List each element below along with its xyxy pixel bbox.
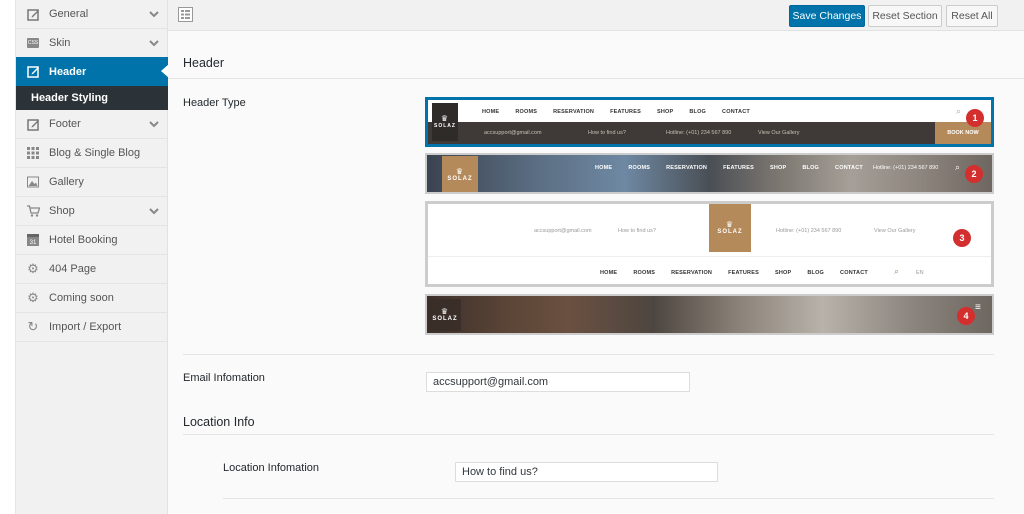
sidebar-item-label: Header — [49, 65, 87, 78]
logo-image: ♛ SOLAZ — [709, 204, 751, 252]
css-icon: CSS — [26, 38, 40, 48]
option-number-badge: 3 — [953, 229, 971, 247]
section-title-header: Header — [183, 56, 224, 70]
section-title-location: Location Info — [183, 415, 255, 429]
reset-all-button[interactable]: Reset All — [946, 5, 998, 27]
sidebar-item-label: Import / Export — [49, 321, 122, 333]
sidebar-item-blog[interactable]: Blog & Single Blog — [16, 139, 168, 168]
book-now-button: BOOK NOW — [935, 122, 991, 144]
sidebar-item-label: 404 Page — [49, 263, 97, 275]
admin-menu-strip — [0, 0, 16, 514]
sidebar-item-coming-soon[interactable]: ⚙ Coming soon — [16, 284, 168, 313]
gear-icon: ⚙ — [27, 290, 39, 305]
chevron-down-icon — [149, 40, 159, 47]
cart-icon — [26, 204, 40, 218]
sidebar-item-label: Gallery — [49, 176, 84, 188]
location-info-label: Location Infomation — [223, 462, 320, 474]
edit-icon — [26, 65, 40, 79]
chevron-down-icon — [149, 208, 159, 215]
divider — [183, 354, 994, 355]
location-info-input[interactable] — [455, 462, 718, 482]
save-changes-button[interactable]: Save Changes — [789, 5, 865, 27]
edit-icon — [26, 117, 40, 131]
sidebar-item-404[interactable]: ⚙ 404 Page — [16, 255, 168, 284]
sidebar-item-gallery[interactable]: Gallery — [16, 168, 168, 197]
header-type-option-2[interactable]: ♛ SOLAZ HOME ROOMS RESERVATION FEATURES SHOP… — [425, 153, 994, 194]
search-icon: ⌕ — [955, 162, 961, 172]
logo-image: ♛ SOLAZ — [429, 299, 461, 331]
option-number-badge: 1 — [966, 109, 984, 127]
calendar-icon: 31 — [26, 233, 40, 247]
preview-nav: HOME ROOMS RESERVATION FEATURES SHOP BLOG CONT… — [595, 165, 863, 171]
search-icon: ⌕ — [894, 266, 900, 276]
option-number-badge: 2 — [965, 165, 983, 183]
logo-image: ♛ SOLAZ — [442, 156, 478, 192]
sidebar-item-shop[interactable]: Shop — [16, 197, 168, 226]
logo-image: ♛ SOLAZ — [432, 103, 458, 141]
chevron-down-icon — [149, 121, 159, 128]
sidebar-item-footer[interactable]: Footer — [16, 110, 168, 139]
sidebar-item-hotel-booking[interactable]: 31 Hotel Booking — [16, 226, 168, 255]
header-type-option-3[interactable]: accsupport@gmail.com How to find us? ♛ S… — [425, 201, 994, 287]
header-type-option-4[interactable]: ♛ SOLAZ ≡ 4 — [425, 294, 994, 335]
email-info-label: Email Infomation — [183, 372, 265, 384]
edit-icon — [26, 7, 40, 21]
sidebar-item-label: General — [49, 8, 89, 20]
sidebar-item-label: Shop — [49, 205, 75, 217]
options-sidebar: General CSS Skin Header Header Styling F… — [0, 0, 169, 514]
email-info-input[interactable] — [426, 372, 690, 392]
sidebar-item-label: Coming soon — [49, 292, 114, 304]
preview-nav: HOME ROOMS RESERVATION FEATURES SHOP BLOG CONT… — [600, 270, 868, 276]
option-number-badge: 4 — [957, 307, 975, 325]
sidebar-item-label: Skin — [49, 37, 71, 49]
sidebar-item-label: Hotel Booking — [49, 234, 118, 246]
divider — [428, 256, 991, 257]
image-icon — [26, 175, 40, 189]
refresh-icon: ↻ — [27, 319, 39, 334]
reset-section-button[interactable]: Reset Section — [868, 5, 942, 27]
preview-nav: HOME ROOMS RESERVATION FEATURES SHOP BLOG CONT… — [482, 109, 750, 115]
gear-icon: ⚙ — [27, 261, 39, 276]
divider — [183, 434, 994, 435]
sidebar-item-header[interactable]: Header — [16, 57, 169, 86]
chevron-down-icon — [149, 11, 159, 18]
sidebar-item-label: Footer — [49, 118, 81, 130]
options-panel: Header Header Type ♛ SOLAZ HOME ROOMS RESE… — [168, 31, 1024, 514]
header-type-label: Header Type — [183, 97, 246, 109]
sidebar-item-import-export[interactable]: ↻ Import / Export — [16, 313, 168, 342]
header-type-option-1[interactable]: ♛ SOLAZ HOME ROOMS RESERVATION FEATURES SHOP… — [425, 97, 994, 147]
layout-toggle-icon[interactable] — [178, 7, 193, 22]
search-icon: ⌕ — [956, 106, 962, 116]
options-toolbar: Save Changes Reset Section Reset All — [168, 0, 1024, 31]
sidebar-subitem-header-styling[interactable]: Header Styling — [16, 86, 168, 110]
divider — [223, 498, 994, 499]
menu-icon: ≡ — [975, 302, 981, 313]
grid-icon — [26, 146, 40, 160]
sidebar-item-skin[interactable]: CSS Skin — [16, 29, 168, 58]
sidebar-item-label: Blog & Single Blog — [49, 147, 141, 159]
divider — [168, 78, 1024, 79]
sidebar-item-general[interactable]: General — [16, 0, 168, 29]
